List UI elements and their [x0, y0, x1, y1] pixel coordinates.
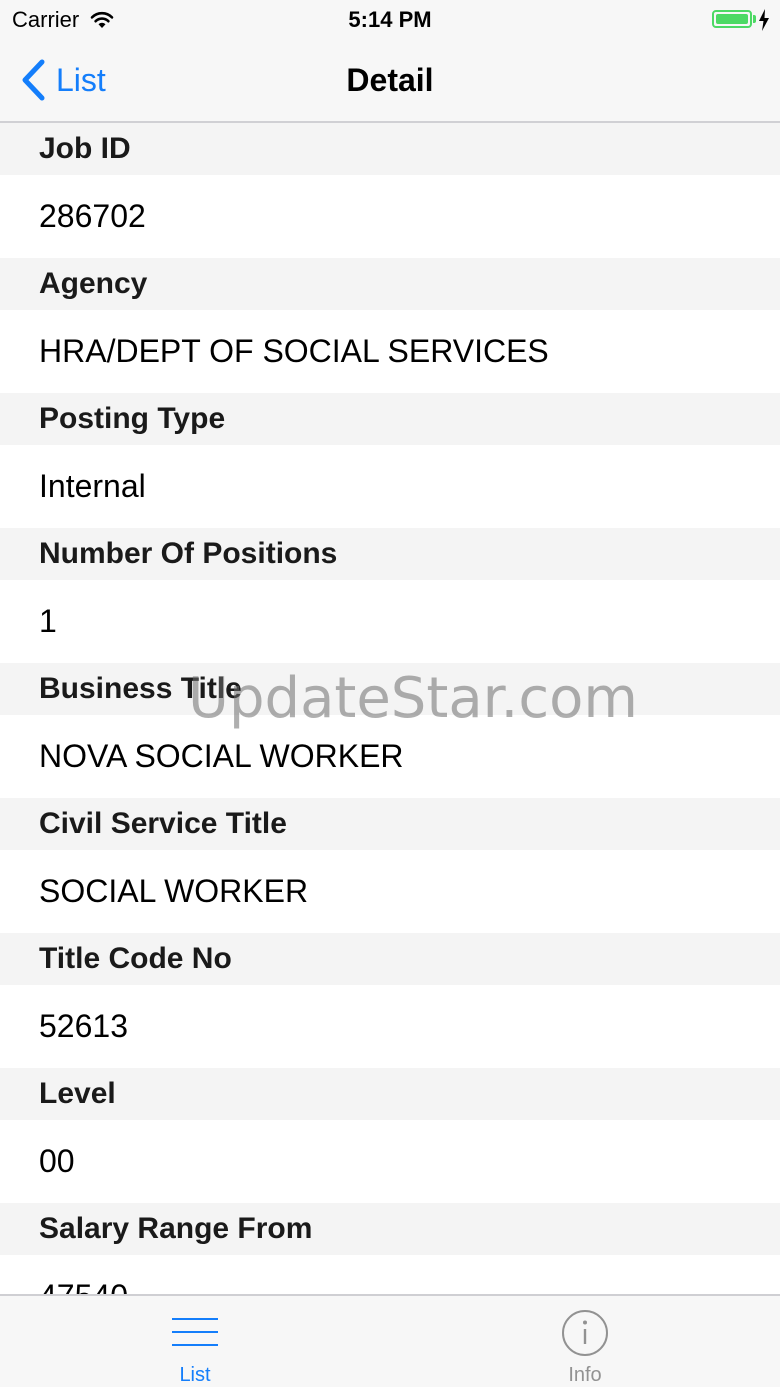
section-header-agency: Agency	[0, 258, 780, 310]
battery-icon	[712, 10, 752, 28]
tab-list[interactable]: List	[0, 1296, 390, 1387]
section-header-job-id: Job ID	[0, 123, 780, 175]
status-bar: Carrier 5:14 PM	[0, 0, 780, 40]
detail-list[interactable]: Job ID 286702 Agency HRA/DEPT OF SOCIAL …	[0, 123, 780, 1294]
section-header-level: Level	[0, 1068, 780, 1120]
section-header-civil-service-title: Civil Service Title	[0, 798, 780, 850]
battery-fill	[716, 14, 748, 24]
section-value-business-title: NOVA SOCIAL WORKER	[0, 715, 780, 798]
tab-list-label: List	[179, 1364, 211, 1386]
section-value-number-of-positions: 1	[0, 580, 780, 663]
list-icon	[172, 1318, 218, 1346]
status-time: 5:14 PM	[348, 7, 432, 32]
tab-info[interactable]: Info	[390, 1296, 780, 1387]
section-header-salary-range-from: Salary Range From	[0, 1203, 780, 1255]
battery-tip	[753, 15, 756, 23]
section-header-posting-type: Posting Type	[0, 393, 780, 445]
section-header-number-of-positions: Number Of Positions	[0, 528, 780, 580]
charging-bolt-icon	[759, 9, 769, 31]
section-value-posting-type: Internal	[0, 445, 780, 528]
section-value-civil-service-title: SOCIAL WORKER	[0, 850, 780, 933]
section-header-title-code-no: Title Code No	[0, 933, 780, 985]
section-value-level: 00	[0, 1120, 780, 1203]
tab-info-label: Info	[568, 1364, 602, 1386]
section-value-salary-range-from: 47540	[0, 1255, 780, 1294]
section-value-agency: HRA/DEPT OF SOCIAL SERVICES	[0, 310, 780, 393]
tab-bar: List Info	[0, 1294, 780, 1387]
section-header-business-title: Business Title	[0, 663, 780, 715]
page-title: Detail	[346, 62, 434, 98]
section-value-job-id: 286702	[0, 175, 780, 258]
info-icon	[562, 1310, 608, 1356]
navigation-bar: List Detail	[0, 40, 780, 123]
section-value-title-code-no: 52613	[0, 985, 780, 1068]
